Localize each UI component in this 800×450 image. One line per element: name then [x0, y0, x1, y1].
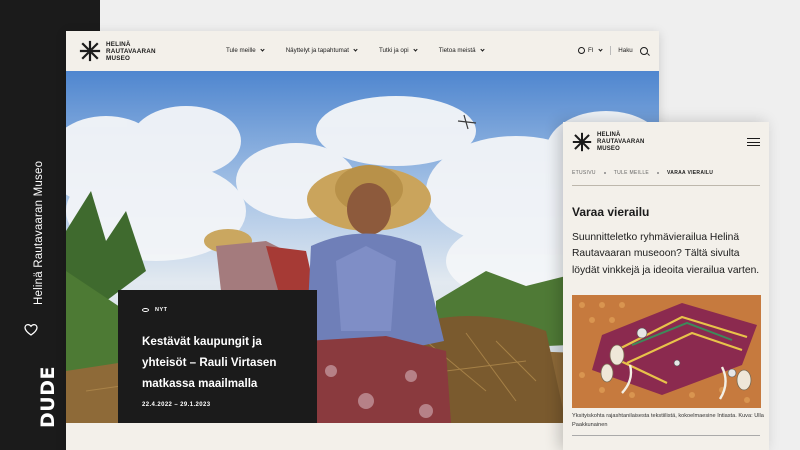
- divider: [572, 185, 760, 186]
- eye-icon: [142, 308, 149, 312]
- image-caption: Yksityiskohta rajashtanilaisesta tekstii…: [572, 413, 764, 428]
- textile-image: [572, 295, 761, 408]
- breadcrumb: ETUSIVU TULE MEILLE VARAA VIERAILU: [572, 170, 713, 176]
- news-tag: NYT: [142, 307, 293, 313]
- page-title: Varaa vierailu: [572, 205, 650, 219]
- chevron-down-icon: [597, 47, 603, 52]
- language-switcher[interactable]: FI: [588, 47, 594, 54]
- breadcrumb-separator: [603, 172, 606, 174]
- chevron-down-icon: [479, 47, 485, 52]
- breadcrumb-current: VARAA VIERAILU: [667, 170, 714, 176]
- chevron-down-icon: [353, 47, 358, 52]
- chevron-down-icon: [413, 47, 418, 52]
- divider: [572, 435, 760, 436]
- museum-logo-text: HELINÄ RAUTAVAARAN MUSEO: [597, 132, 645, 152]
- search-button[interactable]: Haku: [618, 47, 632, 54]
- breadcrumb-item[interactable]: ETUSIVU: [572, 170, 596, 176]
- chevron-down-icon: [260, 47, 265, 52]
- museum-logo[interactable]: HELINÄ RAUTAVAARAN MUSEO: [572, 132, 645, 152]
- textile-photo-illustration: [572, 295, 761, 408]
- featured-news-card[interactable]: NYT Kestävät kaupungit ja yhteisöt – Rau…: [118, 290, 317, 423]
- agency-logo: DUDE: [37, 366, 59, 428]
- news-date: 22.4.2022 – 29.1.2023: [142, 402, 211, 408]
- agency-site-name: Helinä Rautavaaran Museo: [33, 160, 45, 305]
- heart-icon: [24, 323, 38, 336]
- page-lead: Suunnitteletko ryhmävierailua Helinä Rau…: [572, 232, 760, 276]
- mobile-mockup: HELINÄ RAUTAVAARAN MUSEO ETUSIVU TULE ME…: [563, 122, 769, 450]
- site-header: HELINÄ RAUTAVAARAN MUSEO Tule meille Näy…: [66, 31, 659, 71]
- nav-item-tietoa-meista[interactable]: Tietoa meistä: [439, 47, 485, 54]
- news-title[interactable]: Kestävät kaupungit ja yhteisöt – Rauli V…: [142, 331, 293, 394]
- breadcrumb-separator: [657, 172, 660, 174]
- nav-item-tutki-ja-opi[interactable]: Tutki ja opi: [379, 47, 418, 54]
- globe-icon: [578, 47, 585, 54]
- nav-item-tule-meille[interactable]: Tule meille: [226, 47, 265, 54]
- museum-logo-text: HELINÄ RAUTAVAARAN MUSEO: [106, 40, 156, 62]
- museum-logo-mark-icon: [79, 40, 101, 62]
- nav-item-nayttelyt[interactable]: Näyttelyt ja tapahtumat: [286, 47, 358, 54]
- museum-logo-mark-icon: [572, 133, 592, 152]
- divider: [609, 46, 611, 55]
- museum-logo[interactable]: HELINÄ RAUTAVAARAN MUSEO: [79, 40, 156, 62]
- header-utilities: FI Haku: [578, 46, 648, 55]
- main-nav: Tule meille Näyttelyt ja tapahtumat Tutk…: [226, 47, 506, 54]
- breadcrumb-item[interactable]: TULE MEILLE: [614, 170, 649, 176]
- search-icon[interactable]: [639, 46, 648, 55]
- hamburger-menu-icon[interactable]: [747, 138, 760, 149]
